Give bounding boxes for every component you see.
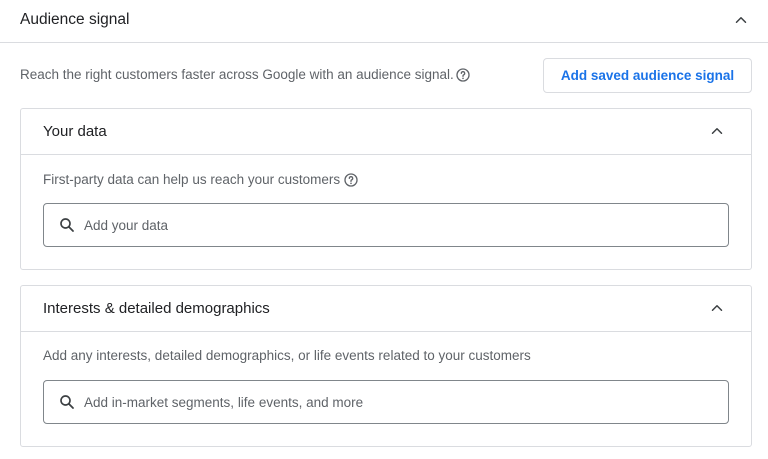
search-icon (60, 395, 74, 409)
interests-title: Interests & detailed demographics (43, 300, 270, 317)
section-title: Audience signal (20, 11, 130, 28)
audience-signal-panel: Audience signal Reach the right customer… (0, 0, 768, 459)
intro-text: Reach the right customers faster across … (20, 67, 454, 82)
help-circle-icon[interactable] (455, 67, 471, 83)
help-circle-icon[interactable] (343, 172, 359, 188)
your-data-header[interactable]: Your data (21, 109, 751, 155)
chevron-up-icon[interactable] (707, 121, 727, 141)
interests-header[interactable]: Interests & detailed demographics (21, 286, 751, 332)
audience-signal-header[interactable]: Audience signal (0, 0, 768, 43)
your-data-description: First-party data can help us reach your … (43, 172, 341, 187)
interests-search-input[interactable] (84, 394, 704, 410)
interests-search-field[interactable] (43, 380, 729, 424)
search-icon (60, 218, 74, 232)
chevron-up-icon[interactable] (707, 298, 727, 318)
your-data-card: Your data First-party data can help us r… (20, 108, 752, 270)
add-saved-audience-signal-button[interactable]: Add saved audience signal (543, 58, 752, 93)
your-data-title: Your data (43, 123, 107, 140)
your-data-search-input[interactable] (84, 217, 704, 233)
your-data-search-field[interactable] (43, 203, 729, 247)
interests-description: Add any interests, detailed demographics… (43, 348, 531, 363)
interests-card: Interests & detailed demographics Add an… (20, 285, 752, 447)
chevron-up-icon[interactable] (731, 10, 751, 30)
